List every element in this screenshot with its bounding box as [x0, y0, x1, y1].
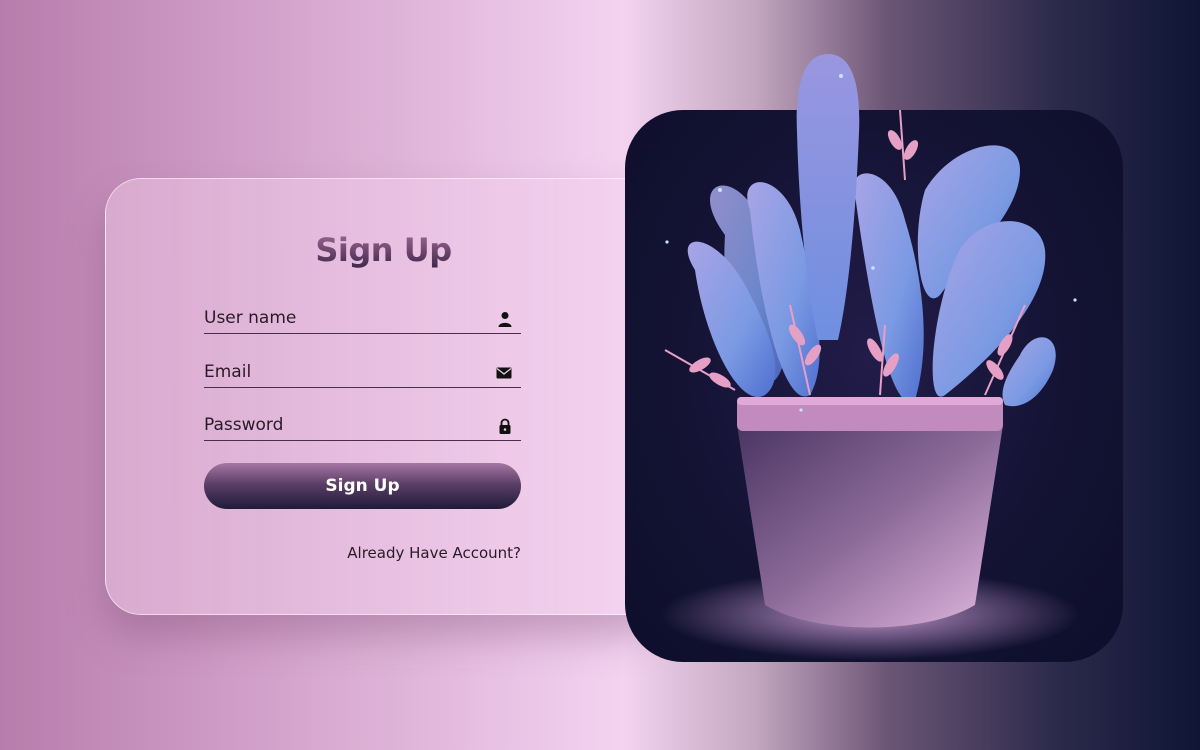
email-field[interactable]: Email — [204, 357, 521, 388]
signup-card: Sign Up User name Email Password Sign Up… — [105, 178, 662, 615]
username-field[interactable]: User name — [204, 303, 521, 334]
form-title: Sign Up — [106, 231, 661, 269]
mail-icon — [496, 367, 512, 379]
username-label: User name — [204, 308, 297, 328]
password-field[interactable]: Password — [204, 410, 521, 441]
password-label: Password — [204, 415, 284, 435]
tall-leaf-overflow — [796, 54, 860, 340]
already-have-account-link[interactable]: Already Have Account? — [347, 544, 521, 562]
lock-icon — [499, 418, 511, 434]
email-label: Email — [204, 362, 252, 382]
user-icon — [498, 312, 512, 327]
signup-button[interactable]: Sign Up — [204, 463, 521, 509]
plant-illustration — [625, 110, 1123, 662]
